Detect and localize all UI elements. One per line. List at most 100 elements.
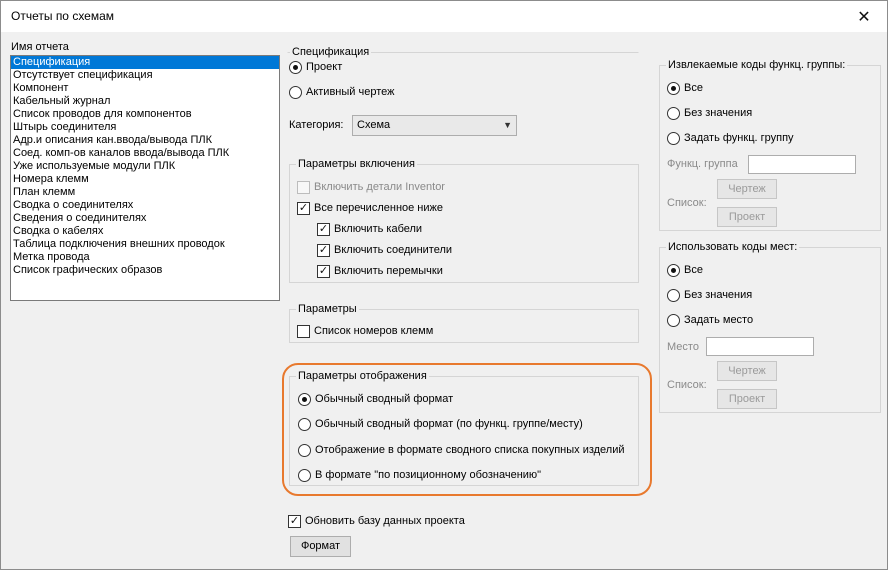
radio-project[interactable]: Проект	[289, 59, 342, 75]
report-list-item[interactable]: Соед. комп-ов каналов ввода/вывода ПЛК	[11, 147, 279, 160]
radio-project-label: Проект	[306, 61, 343, 73]
radio-func-all[interactable]: Все	[667, 80, 703, 96]
checkbox-all-listed[interactable]: ✓ Все перечисленное ниже	[297, 200, 443, 216]
checkbox-terminal-list[interactable]: Список номеров клемм	[297, 323, 433, 339]
report-list-item[interactable]: Спецификация	[11, 56, 279, 69]
title-bar: Отчеты по схемам ✕	[1, 1, 887, 32]
checkbox-terminal-list-label: Список номеров клемм	[314, 325, 434, 337]
radio-display-by-tag[interactable]: В формате "по позиционному обозначению"	[298, 467, 541, 483]
checkbox-cables-box: ✓	[317, 222, 330, 236]
radio-loc-all-label: Все	[684, 264, 703, 276]
checkbox-all-listed-label: Все перечисленное ниже	[314, 202, 444, 214]
radio-func-none[interactable]: Без значения	[667, 105, 752, 121]
location-title: Использовать коды мест:	[666, 240, 800, 254]
close-icon: ✕	[857, 8, 871, 26]
checkbox-all-listed-box: ✓	[297, 201, 310, 215]
report-list-item[interactable]: Метка провода	[11, 251, 279, 264]
radio-loc-none-indicator	[667, 288, 680, 302]
func-list-label: Список:	[667, 197, 707, 209]
func-drawing-button: Чертеж	[717, 179, 777, 199]
report-list-item[interactable]: Список графических образов	[11, 264, 279, 277]
radio-loc-none-label: Без значения	[684, 289, 753, 301]
checkbox-inventor-label: Включить детали Inventor	[314, 181, 445, 193]
report-list-item[interactable]: Таблица подключения внешних проводок	[11, 238, 279, 251]
radio-loc-all[interactable]: Все	[667, 262, 703, 278]
chevron-down-icon: ▼	[503, 120, 512, 130]
report-list-item[interactable]: Сведения о соединителях	[11, 212, 279, 225]
func-group-input	[748, 155, 856, 174]
func-group-title: Извлекаемые коды функц. группы:	[666, 58, 848, 72]
checkbox-update-db[interactable]: ✓ Обновить базу данных проекта	[288, 513, 465, 529]
radio-func-set[interactable]: Задать функц. группу	[667, 130, 794, 146]
checkbox-inventor: Включить детали Inventor	[297, 179, 445, 195]
report-list-item[interactable]: Адр.и описания кан.ввода/вывода ПЛК	[11, 134, 279, 147]
report-list-item[interactable]: Компонент	[11, 82, 279, 95]
report-list-item[interactable]: Отсутствует спецификация	[11, 69, 279, 82]
report-list-item[interactable]: Сводка о кабелях	[11, 225, 279, 238]
radio-display-purchase-list[interactable]: Отображение в формате сводного списка по…	[298, 442, 625, 458]
func-project-button: Проект	[717, 207, 777, 227]
category-label: Категория:	[289, 119, 344, 131]
loc-drawing-button: Чертеж	[717, 361, 777, 381]
checkbox-terminal-list-box	[297, 324, 310, 338]
checkbox-connectors-box: ✓	[317, 243, 330, 257]
params-title: Параметры	[296, 302, 359, 316]
radio-loc-all-indicator	[667, 263, 680, 277]
radio-loc-set[interactable]: Задать место	[667, 312, 753, 328]
checkbox-connectors[interactable]: ✓ Включить соединители	[317, 242, 452, 258]
radio-func-all-indicator	[667, 81, 680, 95]
report-list-item[interactable]: Номера клемм	[11, 173, 279, 186]
report-list-item[interactable]: План клемм	[11, 186, 279, 199]
checkbox-inventor-box	[297, 180, 310, 194]
category-value: Схема	[357, 119, 391, 131]
checkbox-cables-label: Включить кабели	[334, 223, 423, 235]
radio-func-none-indicator	[667, 106, 680, 120]
radio-project-indicator	[289, 60, 302, 74]
radio-func-set-label: Задать функц. группу	[684, 132, 794, 144]
report-list-item[interactable]: Кабельный журнал	[11, 95, 279, 108]
checkbox-cables[interactable]: ✓ Включить кабели	[317, 221, 422, 237]
display-title: Параметры отображения	[296, 369, 429, 383]
radio-func-all-label: Все	[684, 82, 703, 94]
radio-display-by-group-label: Обычный сводный формат (по функц. группе…	[315, 418, 583, 430]
location-input	[706, 337, 814, 356]
radio-display-by-group[interactable]: Обычный сводный формат (по функц. группе…	[298, 416, 583, 432]
radio-loc-set-label: Задать место	[684, 314, 754, 326]
radio-loc-set-indicator	[667, 313, 680, 327]
checkmark-icon: ✓	[318, 264, 329, 277]
reports-dialog: Отчеты по схемам ✕ Имя отчета Спецификац…	[0, 0, 888, 570]
radio-active-drawing[interactable]: Активный чертеж	[289, 84, 394, 100]
window-title: Отчеты по схемам	[11, 9, 115, 23]
checkbox-jumpers[interactable]: ✓ Включить перемычки	[317, 263, 443, 279]
func-group-field-label: Функц. группа	[667, 158, 738, 170]
checkbox-jumpers-label: Включить перемычки	[334, 265, 443, 277]
radio-func-set-indicator	[667, 131, 680, 145]
radio-display-standard-indicator	[298, 392, 311, 406]
radio-display-purchase-list-indicator	[298, 443, 311, 457]
report-list-item[interactable]: Штырь соединителя	[11, 121, 279, 134]
radio-display-standard-label: Обычный сводный формат	[315, 393, 454, 405]
checkbox-jumpers-box: ✓	[317, 264, 330, 278]
report-list-item[interactable]: Сводка о соединителях	[11, 199, 279, 212]
report-listbox[interactable]: Спецификация Отсутствует спецификация Комп…	[10, 55, 280, 301]
report-list-item[interactable]: Уже используемые модули ПЛК	[11, 160, 279, 173]
report-list-label: Имя отчета	[11, 41, 69, 53]
radio-active-label: Активный чертеж	[306, 86, 395, 98]
checkmark-icon: ✓	[298, 201, 309, 214]
loc-list-label: Список:	[667, 379, 707, 391]
radio-display-by-tag-indicator	[298, 468, 311, 482]
report-list-item[interactable]: Список проводов для компонентов	[11, 108, 279, 121]
inclusion-title: Параметры включения	[296, 157, 417, 171]
format-button[interactable]: Формат	[290, 536, 351, 557]
radio-active-indicator	[289, 85, 302, 99]
radio-func-none-label: Без значения	[684, 107, 753, 119]
location-field-label: Место	[667, 341, 699, 353]
category-select[interactable]: Схема ▼	[352, 115, 517, 136]
checkmark-icon: ✓	[318, 243, 329, 256]
loc-project-button: Проект	[717, 389, 777, 409]
radio-display-standard[interactable]: Обычный сводный формат	[298, 391, 453, 407]
close-button[interactable]: ✕	[841, 1, 887, 32]
radio-loc-none[interactable]: Без значения	[667, 287, 752, 303]
radio-display-purchase-list-label: Отображение в формате сводного списка по…	[315, 444, 625, 456]
checkbox-connectors-label: Включить соединители	[334, 244, 453, 256]
